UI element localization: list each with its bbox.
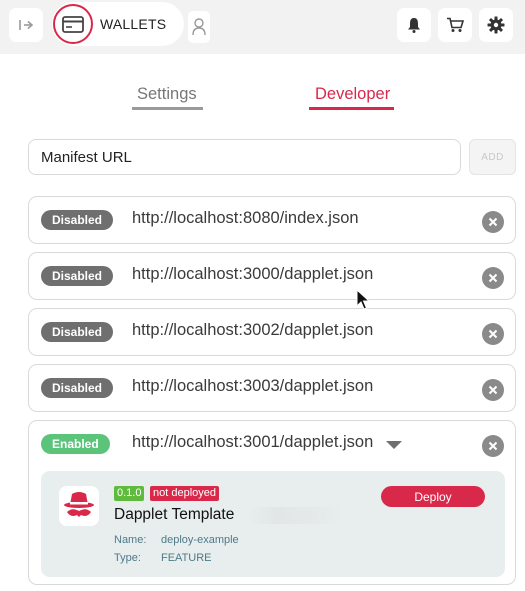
- add-button[interactable]: ADD: [469, 139, 516, 175]
- dapplet-logo-icon: [59, 486, 99, 526]
- tab-developer[interactable]: Developer: [315, 85, 390, 104]
- dapplet-card: 0.1.0 not deployed Dapplet Template Name…: [41, 471, 505, 577]
- manifest-url-input[interactable]: [28, 139, 461, 175]
- registry-url: http://localhost:3002/dapplet.json: [132, 321, 374, 339]
- status-badge[interactable]: Disabled: [41, 210, 114, 230]
- close-icon: [488, 441, 498, 451]
- registry-row: Disabled http://localhost:3002/dapplet.j…: [28, 308, 516, 356]
- tab-settings[interactable]: Settings: [137, 85, 197, 104]
- registry-row: Disabled http://localhost:3000/dapplet.j…: [28, 252, 516, 300]
- version-badge: 0.1.0: [114, 486, 145, 501]
- tab-developer-underline: [309, 107, 394, 110]
- registry-row-expanded: Enabled http://localhost:3001/dapplet.js…: [28, 420, 516, 585]
- registry-row: Disabled http://localhost:3003/dapplet.j…: [28, 364, 516, 412]
- wallets-button[interactable]: WALLETS: [52, 2, 184, 46]
- status-badge[interactable]: Enabled: [41, 434, 110, 454]
- close-icon: [488, 385, 498, 395]
- wallets-label: WALLETS: [100, 16, 167, 32]
- name-label: Name:: [114, 534, 147, 546]
- cart-button[interactable]: [438, 8, 472, 42]
- close-icon: [488, 329, 498, 339]
- collapse-button[interactable]: [9, 8, 43, 42]
- remove-button[interactable]: [482, 379, 504, 401]
- registry-url: http://localhost:3003/dapplet.json: [132, 377, 374, 395]
- redacted-area: [246, 507, 346, 524]
- remove-button[interactable]: [482, 435, 504, 457]
- person-icon: [192, 18, 206, 36]
- deploy-button[interactable]: Deploy: [381, 486, 485, 507]
- registry-url: http://localhost:3000/dapplet.json: [132, 265, 374, 283]
- status-badge[interactable]: Disabled: [41, 266, 114, 286]
- type-label: Type:: [114, 552, 141, 564]
- registry-url: http://localhost:3001/dapplet.json: [132, 433, 374, 451]
- close-icon: [488, 217, 498, 227]
- notifications-button[interactable]: [397, 8, 431, 42]
- remove-button[interactable]: [482, 323, 504, 345]
- cart-icon: [447, 17, 464, 32]
- deploy-status-badge: not deployed: [150, 486, 219, 501]
- close-icon: [488, 273, 498, 283]
- status-badge[interactable]: Disabled: [41, 378, 114, 398]
- name-value: deploy-example: [161, 534, 239, 546]
- remove-button[interactable]: [482, 211, 504, 233]
- chevron-down-icon[interactable]: [386, 441, 402, 449]
- gear-icon: [487, 16, 505, 34]
- top-bar: WALLETS: [0, 0, 525, 54]
- dapplet-title: Dapplet Template: [114, 506, 235, 523]
- bell-icon: [408, 18, 420, 33]
- settings-button[interactable]: [479, 8, 513, 42]
- registry-row: Disabled http://localhost:8080/index.jso…: [28, 196, 516, 244]
- tab-settings-underline: [132, 107, 203, 110]
- type-value: FEATURE: [161, 552, 212, 564]
- mouse-cursor-icon: [356, 289, 370, 310]
- remove-button[interactable]: [482, 267, 504, 289]
- registry-url: http://localhost:8080/index.json: [132, 209, 359, 227]
- collapse-icon: [19, 20, 34, 30]
- wallet-card-icon: [53, 4, 93, 44]
- account-button[interactable]: [188, 11, 210, 43]
- status-badge[interactable]: Disabled: [41, 322, 114, 342]
